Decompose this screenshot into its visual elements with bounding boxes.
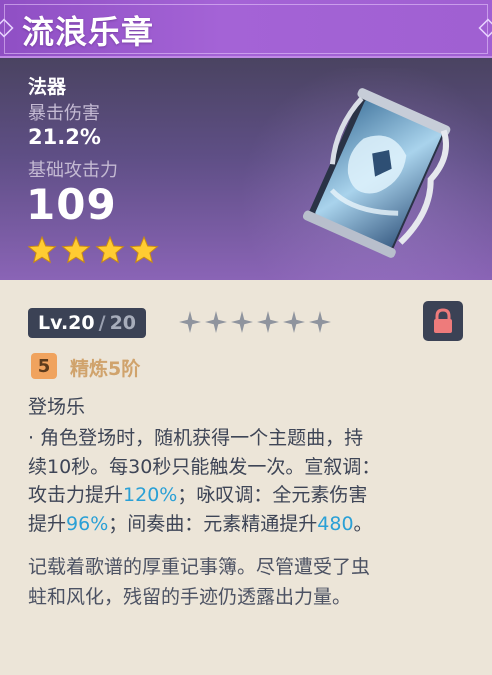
ascension-star-icon [231, 311, 253, 333]
level-max: 20 [109, 312, 137, 334]
passive-description-line: 提升96%；间奏曲：元素精通提升480。 [28, 510, 468, 539]
level-current: Lv.20 [38, 312, 95, 334]
passive-text: · 角色登场时，随机获得一个主题曲，持 [28, 427, 364, 449]
weapon-catalyst-icon [302, 88, 451, 258]
level-separator: / [98, 312, 106, 334]
rarity-star-icon [129, 236, 159, 264]
passive-description-line: 续10秒。每30秒只能触发一次。宣叙调： [28, 453, 468, 482]
rarity-star-icon [61, 236, 91, 264]
weapon-detail-card: 流浪乐章 法器 暴击伤害 21.2% 基础攻击力 109 Lv.20 / 20 … [0, 0, 492, 675]
weapon-header: 法器 暴击伤害 21.2% 基础攻击力 109 [0, 58, 492, 280]
ascension-star-icon [309, 311, 331, 333]
lore-line: 蛀和风化，残留的手迹仍透露出力量。 [28, 586, 352, 608]
refinement-rank-badge: 5 [31, 353, 57, 379]
ascension-star-icon [179, 311, 201, 333]
rarity-star-icon [28, 236, 57, 264]
title-corner-ornament-icon [0, 18, 14, 38]
ascension-star-icon [205, 311, 227, 333]
passive-text: 攻击力提升 [28, 484, 124, 506]
passive-name: 登场乐 [28, 396, 86, 418]
passive-description-line: 攻击力提升120%；咏叹调：全元素伤害 [28, 481, 468, 510]
passive-value-highlight: 480 [317, 512, 354, 535]
passive-text: 提升 [28, 512, 67, 535]
weapon-type: 法器 [28, 76, 67, 98]
lock-button[interactable] [423, 301, 463, 341]
passive-text: 续10秒。每30秒只能触发一次。宣叙调： [28, 455, 381, 478]
title-bar: 流浪乐章 [0, 0, 492, 58]
title-corner-ornament-icon [478, 18, 492, 38]
secondary-stat-name: 暴击伤害 [28, 103, 100, 124]
passive-value-highlight: 96% [66, 512, 109, 535]
base-atk-name: 基础攻击力 [28, 160, 118, 181]
weapon-name: 流浪乐章 [22, 13, 155, 51]
ascension-star-icon [283, 311, 305, 333]
passive-text: ；咏叹调：全元素伤害 [177, 484, 368, 506]
ascension-stars [178, 309, 334, 339]
passive-description-line: · 角色登场时，随机获得一个主题曲，持 [28, 424, 468, 453]
rarity-star-icon [95, 236, 125, 264]
lock-icon [434, 308, 452, 333]
refinement-label: 精炼5阶 [70, 358, 141, 380]
passive-text: 。 [353, 512, 373, 535]
secondary-stat-value: 21.2% [28, 125, 101, 149]
lore-line: 记载着歌谱的厚重记事簿。尽管遭受了虫 [28, 556, 371, 578]
base-atk-value: 109 [26, 180, 117, 229]
rarity-stars [28, 236, 164, 266]
level-badge: Lv.20 / 20 [28, 308, 147, 338]
passive-text: ；间奏曲：元素精通提升 [108, 512, 318, 535]
ascension-star-icon [257, 311, 279, 333]
lore-text: 记载着歌谱的厚重记事簿。尽管遭受了虫 蛀和风化，残留的手迹仍透露出力量。 [28, 552, 468, 612]
passive-value-highlight: 120% [123, 484, 178, 506]
passive-description: · 角色登场时，随机获得一个主题曲，持 续10秒。每30秒只能触发一次。宣叙调： 攻… [28, 424, 468, 538]
